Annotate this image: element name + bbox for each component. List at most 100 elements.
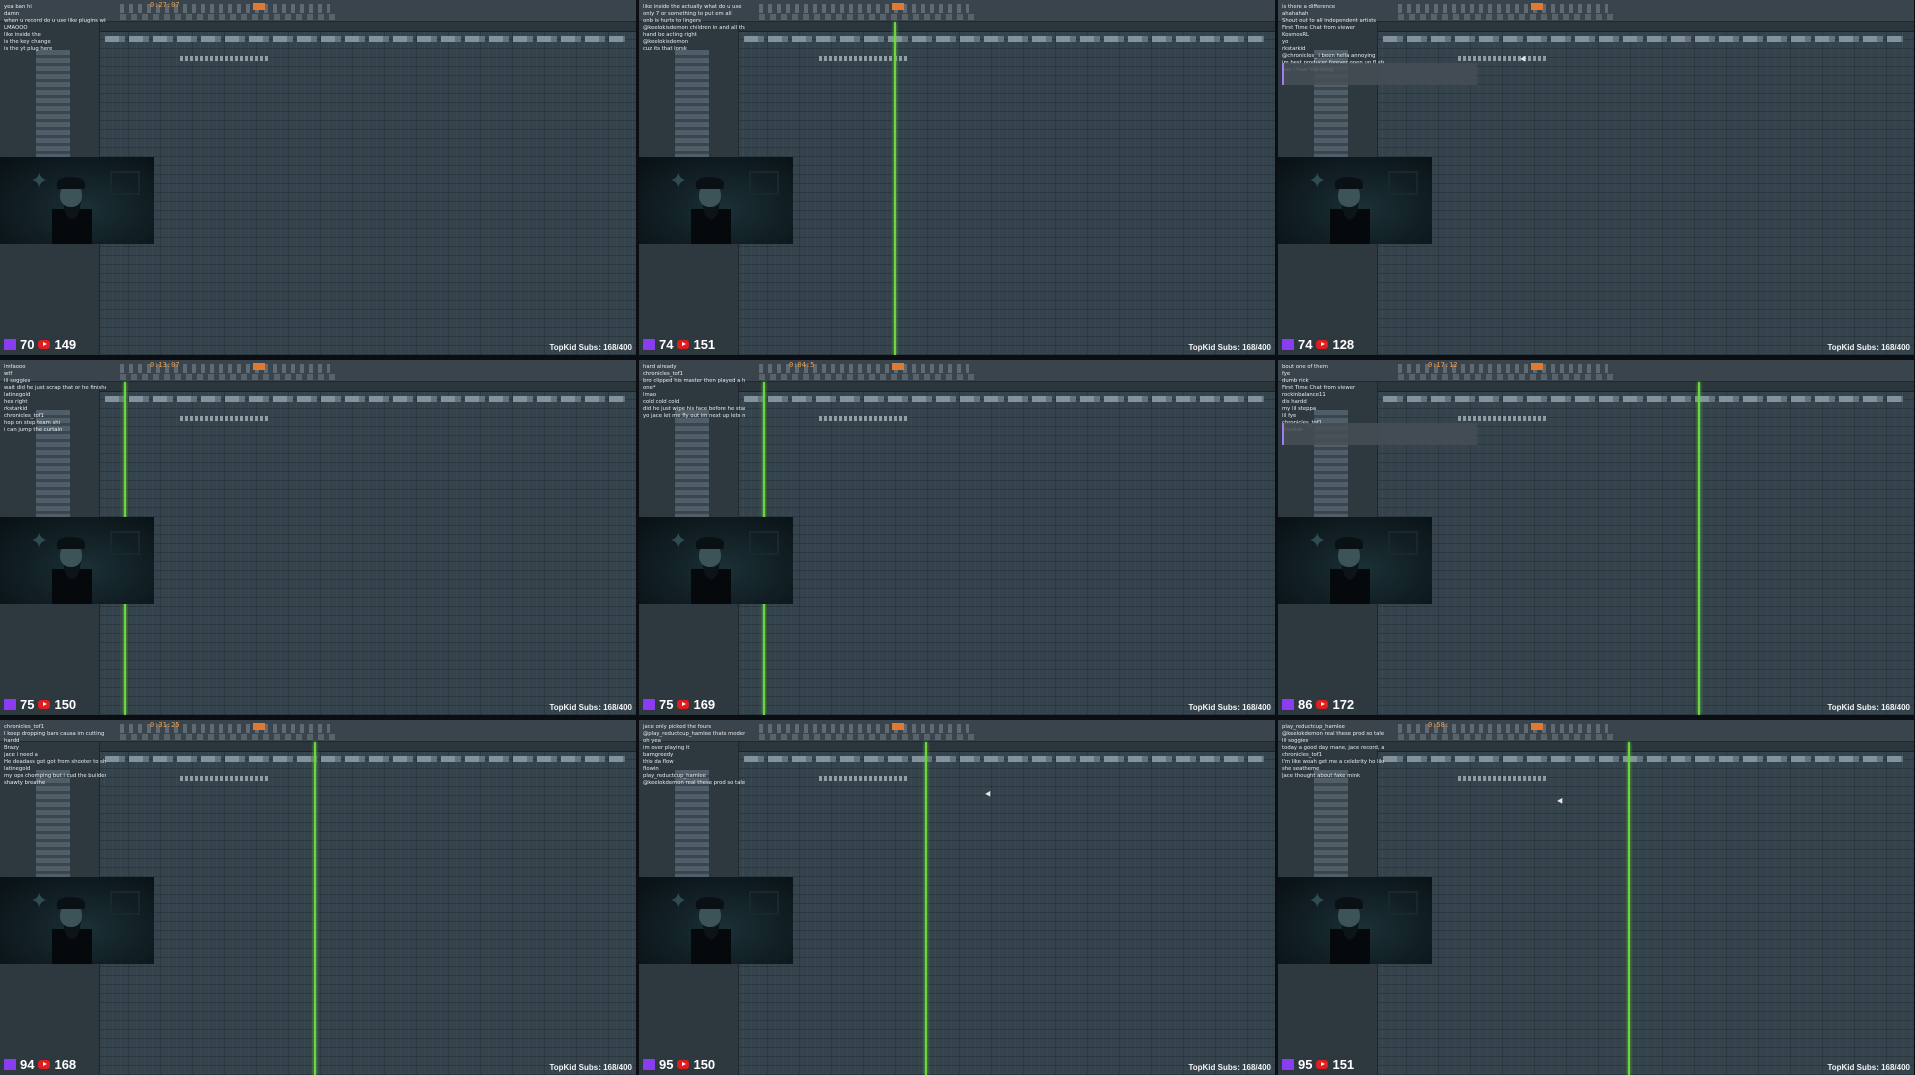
chat-message: @chronicles_ i been hella annoying: [1282, 53, 1376, 59]
youtube-icon: [677, 339, 690, 349]
youtube-icon: [1316, 1059, 1329, 1069]
timeline-ruler[interactable]: [739, 22, 1275, 32]
playhead-marker[interactable]: [925, 742, 927, 1075]
audio-clip-small[interactable]: [1458, 776, 1548, 781]
song-timer: 0:31:25: [150, 721, 180, 729]
viewer-counts: 70 149: [4, 335, 76, 353]
chat-message: today a good day mane, jace record, away…: [1282, 745, 1384, 751]
audio-clip-small[interactable]: [819, 416, 909, 421]
audio-clips[interactable]: [744, 36, 1264, 42]
star-decor-icon: ✦: [1308, 169, 1327, 194]
streamer-cap: [1335, 897, 1363, 909]
toolbar-secondary[interactable]: [1398, 14, 1618, 20]
wall-frame: [1388, 171, 1418, 195]
twitch-viewer-count: 75: [20, 696, 35, 712]
playhead-marker[interactable]: [1698, 382, 1700, 715]
twitch-viewer-count: 86: [1298, 696, 1313, 712]
twitch-viewer-count: 75: [659, 696, 674, 712]
audio-clip-small[interactable]: [819, 776, 909, 781]
youtube-icon: [677, 1059, 690, 1069]
chat-message: only 7 or something to put em all: [643, 11, 732, 17]
stream-panel: 0:58: play_reductcup_hamlee @keelokdemon …: [1278, 720, 1914, 1075]
audio-clips[interactable]: [744, 396, 1264, 402]
twitch-viewer-count: 95: [1298, 1056, 1313, 1072]
webcam-feed: ✦: [0, 157, 154, 244]
playhead-marker[interactable]: [894, 22, 896, 355]
timeline-ruler[interactable]: [1378, 742, 1914, 752]
record-icon[interactable]: [1531, 723, 1543, 730]
audio-clips[interactable]: [105, 396, 625, 402]
chat-message: cuz its that lorsk: [643, 46, 687, 52]
toolbar-secondary[interactable]: [759, 14, 979, 20]
twitch-icon: [643, 698, 655, 710]
chat-message: lil fye: [1282, 413, 1297, 419]
record-icon[interactable]: [892, 363, 904, 370]
chat-message: yo jace let me fly out im next up lets m…: [643, 413, 745, 419]
record-icon[interactable]: [253, 723, 265, 730]
record-icon[interactable]: [1531, 3, 1543, 10]
record-icon[interactable]: [892, 723, 904, 730]
audio-clip-small[interactable]: [180, 776, 270, 781]
record-icon[interactable]: [1531, 363, 1543, 370]
timeline-ruler[interactable]: [100, 22, 636, 32]
timeline-ruler[interactable]: [1378, 22, 1914, 32]
toolbar-buttons[interactable]: [759, 4, 969, 13]
toolbar-secondary[interactable]: [1398, 734, 1618, 740]
stream-panel: 0:04:5 hard already chronicles_tof1 bro cl…: [639, 360, 1275, 715]
stream-panel: jace only picked the fours @play_reductcu…: [639, 720, 1275, 1075]
youtube-icon: [38, 699, 51, 709]
song-timer: 0:58:: [1428, 721, 1450, 729]
audio-clips[interactable]: [744, 756, 1264, 762]
timeline-ruler[interactable]: [739, 742, 1275, 752]
chat-message: like inside the: [4, 32, 41, 38]
record-icon[interactable]: [253, 3, 265, 10]
chat-message: I'm like woah get me a celebrity ho like…: [1282, 759, 1384, 765]
chat-message: shawty breathe: [4, 780, 46, 786]
toolbar-secondary[interactable]: [120, 374, 340, 380]
audio-clips[interactable]: [1383, 396, 1903, 402]
audio-clips[interactable]: [105, 756, 625, 762]
audio-clips[interactable]: [1383, 36, 1903, 42]
toolbar-buttons[interactable]: [759, 724, 969, 733]
sub-goal: TopKid Subs: 168/400: [1827, 343, 1910, 352]
chat-message: latinegold: [4, 392, 31, 398]
star-decor-icon: ✦: [1308, 529, 1327, 554]
toolbar-buttons[interactable]: [1398, 4, 1608, 13]
audio-clip-small[interactable]: [1458, 56, 1548, 61]
timeline-ruler[interactable]: [100, 382, 636, 392]
record-icon[interactable]: [892, 3, 904, 10]
playhead-marker[interactable]: [314, 742, 316, 1075]
sub-goal: TopKid Subs: 168/400: [549, 1063, 632, 1072]
audio-clip-small[interactable]: [180, 416, 270, 421]
audio-clips[interactable]: [1383, 756, 1903, 762]
chat-message: chronicles_tof1: [4, 413, 45, 419]
youtube-viewer-count: 150: [54, 696, 77, 712]
toolbar-secondary[interactable]: [120, 14, 340, 20]
viewer-counts: 75 150: [4, 695, 76, 713]
record-icon[interactable]: [253, 363, 265, 370]
star-decor-icon: ✦: [669, 169, 688, 194]
youtube-icon: [38, 339, 51, 349]
audio-clip-small[interactable]: [1458, 416, 1548, 421]
chat-message: my lil steppa: [1282, 406, 1317, 412]
timeline-ruler[interactable]: [1378, 382, 1914, 392]
timeline-ruler[interactable]: [100, 742, 636, 752]
twitch-viewer-count: 94: [20, 1056, 35, 1072]
chat-message: chronicles_tof1: [1282, 752, 1323, 758]
stream-panel: is there a difference ahahahah Shout out t…: [1278, 0, 1914, 355]
audio-clips[interactable]: [105, 36, 625, 42]
chat-message: dumb rick: [1282, 378, 1309, 384]
toolbar-secondary[interactable]: [1398, 374, 1618, 380]
timeline-ruler[interactable]: [739, 382, 1275, 392]
toolbar-secondary[interactable]: [120, 734, 340, 740]
chat-message: cold cold cold: [643, 399, 680, 405]
toolbar-secondary[interactable]: [759, 734, 979, 740]
stream-panel: 0:27:07 yea ban hi damn when u record do u…: [0, 0, 636, 355]
youtube-viewer-count: 128: [1332, 336, 1355, 352]
sub-goal: TopKid Subs: 168/400: [1188, 1063, 1271, 1072]
playhead-marker[interactable]: [1628, 742, 1630, 1075]
audio-clip-small[interactable]: [180, 56, 270, 61]
star-decor-icon: ✦: [30, 169, 49, 194]
streamer-cap: [1335, 177, 1363, 189]
toolbar-secondary[interactable]: [759, 374, 979, 380]
